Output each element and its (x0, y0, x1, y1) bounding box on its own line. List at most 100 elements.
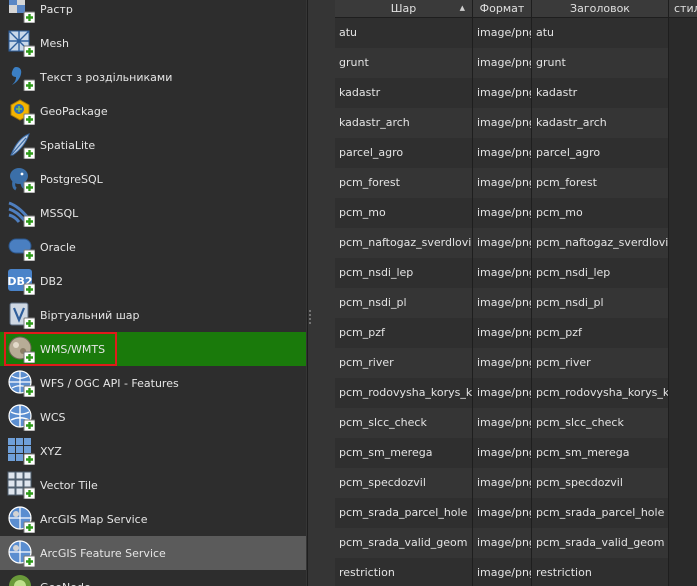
source-item-geopackage[interactable]: GeoPackage (0, 94, 306, 128)
column-header-title[interactable]: Заголовок (532, 0, 669, 17)
arcgis-feature-icon (7, 539, 36, 568)
feather-icon (7, 131, 36, 160)
source-item-label: WCS (40, 410, 66, 424)
table-row[interactable]: pcm_srada_valid_geom image/png pcm_srada_v… (335, 528, 697, 558)
column-header-layer[interactable]: Шар ▲ (335, 0, 473, 17)
cell-title: pcm_mo (532, 198, 669, 228)
table-row[interactable]: pcm_nsdi_lep image/png pcm_nsdi_lep (335, 258, 697, 288)
source-item-wms-wmts[interactable]: WMS/WMTS (0, 332, 306, 366)
geopackage-icon (7, 97, 36, 126)
cell-format: image/png (473, 528, 532, 558)
table-row[interactable]: pcm_rodovysha_korys_kop image/png pcm_rodo… (335, 378, 697, 408)
source-item-postgresql[interactable]: PostgreSQL (0, 162, 306, 196)
source-item-растр[interactable]: Растр (0, 0, 306, 26)
table-row[interactable]: pcm_pzf image/png pcm_pzf (335, 318, 697, 348)
source-item-db2[interactable]: DB2 DB2 (0, 264, 306, 298)
cell-title: pcm_srada_valid_geom (532, 528, 669, 558)
cell-style (669, 438, 697, 468)
table-row[interactable]: pcm_mo image/png pcm_mo (335, 198, 697, 228)
cell-layer: restriction (335, 558, 473, 586)
cell-style (669, 558, 697, 586)
table-row[interactable]: pcm_sm_merega image/png pcm_sm_merega (335, 438, 697, 468)
cell-format: image/png (473, 228, 532, 258)
source-item-label: Растр (40, 2, 73, 16)
xyz-grid-icon (7, 437, 36, 466)
table-row[interactable]: kadastr image/png kadastr (335, 78, 697, 108)
cell-title: pcm_specdozvil (532, 468, 669, 498)
cell-layer: pcm_pzf (335, 318, 473, 348)
cell-title: pcm_srada_parcel_hole (532, 498, 669, 528)
cell-layer: pcm_nsdi_pl (335, 288, 473, 318)
source-item-wcs[interactable]: WCS (0, 400, 306, 434)
mesh-icon (7, 29, 36, 58)
table-header: Шар ▲ Формат Заголовок стил (335, 0, 697, 18)
source-item-spatialite[interactable]: SpatiaLite (0, 128, 306, 162)
cell-format: image/png (473, 558, 532, 586)
table-row[interactable]: pcm_naftogaz_sverdlovini image/png pcm_naf… (335, 228, 697, 258)
cell-layer: pcm_nsdi_lep (335, 258, 473, 288)
cell-style (669, 18, 697, 48)
wcs-icon (7, 403, 36, 432)
splitter-grip[interactable] (308, 309, 313, 325)
cell-layer: pcm_rodovysha_korys_kop (335, 378, 473, 408)
cell-layer: grunt (335, 48, 473, 78)
source-item-віртуальний-шар[interactable]: Віртуальний шар (0, 298, 306, 332)
source-item-vector-tile[interactable]: Vector Tile (0, 468, 306, 502)
source-item-label: Mesh (40, 36, 69, 50)
cell-layer: pcm_naftogaz_sverdlovini (335, 228, 473, 258)
cell-style (669, 288, 697, 318)
cell-title: pcm_nsdi_pl (532, 288, 669, 318)
vector-tile-icon (7, 471, 36, 500)
oracle-icon (7, 233, 36, 262)
source-item-label: Текст з роздільниками (40, 70, 173, 84)
table-row[interactable]: kadastr_arch image/png kadastr_arch (335, 108, 697, 138)
cell-style (669, 168, 697, 198)
source-item-текст-з-роздільниками[interactable]: Текст з роздільниками (0, 60, 306, 94)
source-item-geonode[interactable]: GeoNode (0, 570, 306, 586)
raster-icon (7, 0, 36, 24)
source-item-arcgis-map-service[interactable]: ArcGIS Map Service (0, 502, 306, 536)
source-item-mesh[interactable]: Mesh (0, 26, 306, 60)
cell-format: image/png (473, 378, 532, 408)
table-body: atu image/png atu grunt image/png grunt kadast… (335, 18, 697, 586)
cell-style (669, 48, 697, 78)
cell-style (669, 408, 697, 438)
table-row[interactable]: pcm_forest image/png pcm_forest (335, 168, 697, 198)
table-row[interactable]: parcel_agro image/png parcel_agro (335, 138, 697, 168)
cell-style (669, 528, 697, 558)
cell-format: image/png (473, 18, 532, 48)
table-row[interactable]: grunt image/png grunt (335, 48, 697, 78)
source-item-wfs-ogc-api-features[interactable]: WFS / OGC API - Features (0, 366, 306, 400)
table-row[interactable]: atu image/png atu (335, 18, 697, 48)
cell-title: grunt (532, 48, 669, 78)
cell-style (669, 498, 697, 528)
cell-title: atu (532, 18, 669, 48)
table-row[interactable]: pcm_specdozvil image/png pcm_specdozvil (335, 468, 697, 498)
cell-layer: pcm_slcc_check (335, 408, 473, 438)
cell-format: image/png (473, 408, 532, 438)
arcgis-map-icon (7, 505, 36, 534)
source-item-mssql[interactable]: MSSQL (0, 196, 306, 230)
table-row[interactable]: restriction image/png restriction (335, 558, 697, 586)
cell-title: pcm_naftogaz_sverdlovini (532, 228, 669, 258)
column-header-style[interactable]: стил (669, 0, 697, 17)
cell-layer: kadastr (335, 78, 473, 108)
table-row[interactable]: pcm_nsdi_pl image/png pcm_nsdi_pl (335, 288, 697, 318)
cell-title: kadastr_arch (532, 108, 669, 138)
cell-layer: pcm_sm_merega (335, 438, 473, 468)
cell-style (669, 138, 697, 168)
comma-icon (7, 63, 36, 92)
source-item-arcgis-feature-service[interactable]: ArcGIS Feature Service (0, 536, 306, 570)
source-item-oracle[interactable]: Oracle (0, 230, 306, 264)
table-row[interactable]: pcm_river image/png pcm_river (335, 348, 697, 378)
table-row[interactable]: pcm_srada_parcel_hole image/png pcm_srada_… (335, 498, 697, 528)
cell-layer: kadastr_arch (335, 108, 473, 138)
table-row[interactable]: pcm_slcc_check image/png pcm_slcc_check (335, 408, 697, 438)
panel-splitter[interactable] (306, 0, 335, 586)
cell-style (669, 78, 697, 108)
source-item-xyz[interactable]: XYZ (0, 434, 306, 468)
cell-style (669, 318, 697, 348)
cell-format: image/png (473, 198, 532, 228)
cell-format: image/png (473, 78, 532, 108)
column-header-format[interactable]: Формат (473, 0, 532, 17)
